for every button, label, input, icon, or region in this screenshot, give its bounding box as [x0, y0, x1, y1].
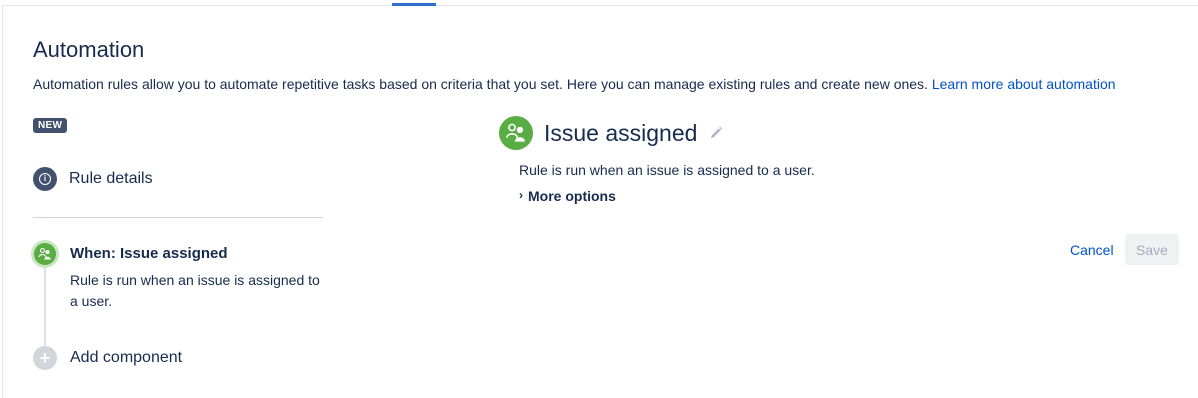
user-assigned-icon [34, 243, 56, 265]
page-title: Automation [33, 37, 145, 62]
rule-details-label: Rule details [69, 170, 153, 187]
more-options-label: More options [528, 188, 616, 204]
detail-title: Issue assigned [544, 119, 698, 146]
add-component-button[interactable]: + Add component [33, 346, 182, 370]
detail-header: Issue assigned [499, 116, 723, 150]
detail-description: Rule is run when an issue is assigned to… [519, 162, 815, 178]
page-description-text: Automation rules allow you to automate r… [33, 76, 928, 92]
user-assigned-icon [499, 116, 533, 150]
sidebar-item-rule-details[interactable]: i Rule details [33, 166, 323, 192]
info-icon: i [33, 167, 57, 191]
timeline-connector [44, 262, 46, 346]
learn-more-link[interactable]: Learn more about automation [932, 76, 1116, 92]
chevron-right-icon: › [519, 188, 523, 202]
active-tab-indicator [392, 3, 436, 6]
trigger-title: When: Issue assigned [70, 245, 228, 262]
trigger-description: Rule is run when an issue is assigned to… [70, 272, 320, 309]
trigger-icon-ring [31, 240, 59, 268]
more-options-toggle[interactable]: › More options [519, 188, 616, 204]
sidebar-divider [33, 217, 323, 218]
new-badge: NEW [33, 118, 68, 133]
pencil-icon[interactable] [709, 126, 723, 140]
page-description: Automation rules allow you to automate r… [33, 76, 1116, 92]
save-button[interactable]: Save [1125, 234, 1179, 265]
plus-icon: + [33, 346, 57, 370]
add-component-label: Add component [70, 349, 183, 366]
cancel-button[interactable]: Cancel [1062, 234, 1122, 266]
